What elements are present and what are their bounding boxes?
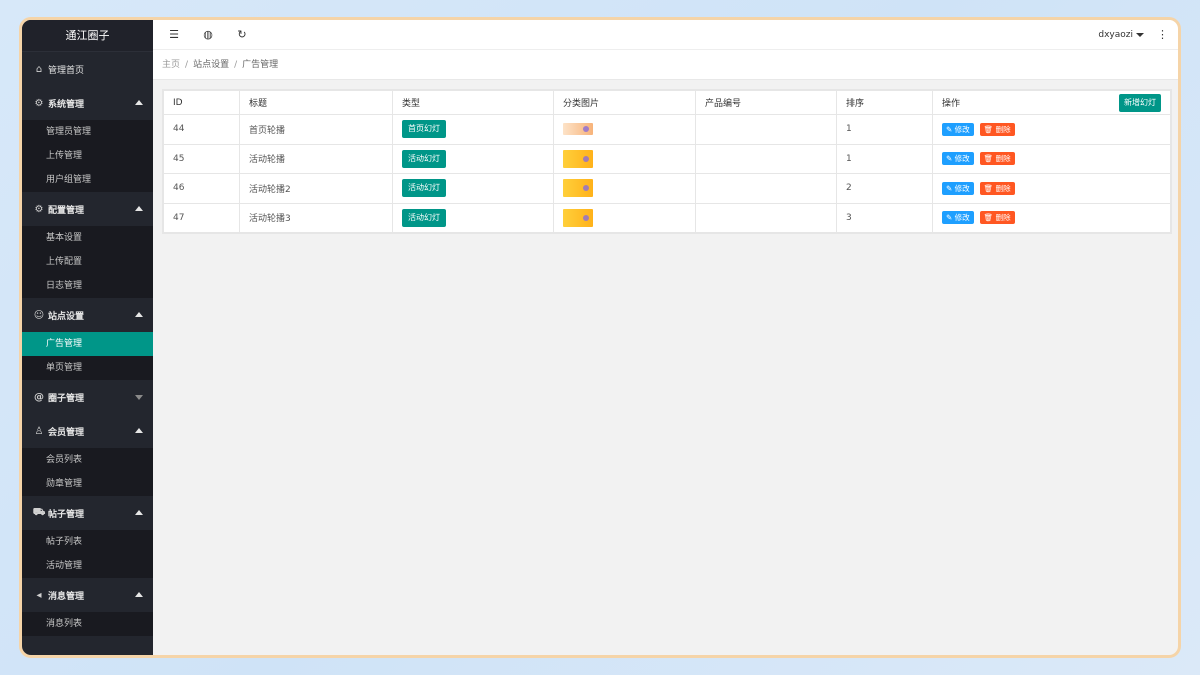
chevron-up-icon [135,592,143,597]
edit-button[interactable]: ✎ 修改 [942,211,974,225]
user-menu[interactable]: dxyaozi [1098,20,1144,50]
chevron-down-icon [135,395,143,400]
sidebar-group-posts[interactable]: ⛟ 帖子管理 [22,496,153,530]
sidebar-submenu-members: 会员列表 勋章管理 [22,448,153,496]
sidebar-item-home[interactable]: ⌂ 管理首页 [22,52,153,86]
sidebar-submenu-system: 管理员管理 上传管理 用户组管理 [22,120,153,192]
gear-icon: ⚙ [34,97,44,109]
table-row: 44 首页轮播 首页幻灯 1 ✎ 修改 🗑 删除 [163,114,1171,145]
sidebar-item-admins[interactable]: 管理员管理 [22,120,153,144]
at-icon: @ [34,391,44,403]
category-image[interactable] [563,208,593,227]
home-icon: ⌂ [35,63,43,75]
breadcrumb-current: 广告管理 [242,60,279,70]
sidebar-item-logs[interactable]: 日志管理 [22,274,153,298]
type-badge[interactable]: 首页幻灯 [402,120,446,139]
column-header: ID [163,90,240,115]
delete-button[interactable]: 🗑 删除 [979,122,1015,136]
category-image[interactable] [563,149,593,168]
sidebar-item-label: 管理首页 [48,65,85,76]
table-row: 47 活动轮播3 活动幻灯 3 ✎ 修改 🗑 删除 [163,202,1171,233]
sidebar-group-members[interactable]: ♙ 会员管理 [22,414,153,448]
sidebar-submenu-posts: 帖子列表 活动管理 [22,530,153,578]
sidebar-submenu-site: 广告管理 单页管理 [22,332,153,380]
table-header-row: ID 标题 类型 分类图片 产品编号 排序 操作 新增幻灯 [163,90,1171,115]
table-row: 45 活动轮播 活动幻灯 1 ✎ 修改 🗑 删除 [163,143,1171,174]
sidebar-item-ads[interactable]: 广告管理 [22,332,153,356]
more-vertical-icon[interactable]: ⋮ [1157,20,1168,50]
cart-icon: ⛟ [32,506,46,518]
delete-button[interactable]: 🗑 删除 [979,152,1015,166]
type-badge[interactable]: 活动幻灯 [402,179,446,198]
app-logo: 通江圈子 [22,20,153,52]
table-row: 46 活动轮播2 活动幻灯 2 ✎ 修改 🗑 删除 [163,173,1171,204]
chevron-up-icon [135,206,143,211]
sidebar-item-pages[interactable]: 单页管理 [22,356,153,380]
type-badge[interactable]: 活动幻灯 [402,149,446,168]
sidebar-item-activities[interactable]: 活动管理 [22,554,153,578]
add-slide-button[interactable]: 新增幻灯 [1119,94,1161,112]
sidebar-item-upload-config[interactable]: 上传配置 [22,250,153,274]
column-header: 分类图片 [553,90,696,115]
ads-table: ID 标题 类型 分类图片 产品编号 排序 操作 新增幻灯 44 首页轮播 首页… [163,90,1171,233]
menu-toggle-icon[interactable]: ☰ [157,20,191,50]
sidebar-group-system[interactable]: ⚙ 系统管理 [22,86,153,120]
speaker-icon: ◂ [36,589,42,601]
chevron-up-icon [135,100,143,105]
column-header: 标题 [239,90,393,115]
app-frame: 通江圈子 ⌂ 管理首页 ⚙ 系统管理 管理员管理 上传管理 用户组管理 ⚙ 配置… [19,17,1181,658]
sidebar-group-config[interactable]: ⚙ 配置管理 [22,192,153,226]
breadcrumb-section[interactable]: 站点设置 [193,60,229,70]
chevron-up-icon [135,312,143,317]
sidebar-item-post-list[interactable]: 帖子列表 [22,530,153,554]
delete-button[interactable]: 🗑 删除 [979,211,1015,225]
category-image[interactable] [563,123,593,136]
gear-icon: ⚙ [34,203,44,215]
sidebar-item-message-list[interactable]: 消息列表 [22,612,153,636]
user-icon: ♙ [34,425,44,437]
chevron-down-icon [1136,32,1144,37]
globe-icon[interactable]: ◍ [191,20,225,50]
sidebar-submenu-config: 基本设置 上传配置 日志管理 [22,226,153,298]
column-header-actions: 操作 新增幻灯 [932,90,1171,115]
sidebar-item-user-groups[interactable]: 用户组管理 [22,168,153,192]
sidebar-submenu-messages: 消息列表 [22,612,153,636]
main-area: ☰ ◍ ↻ dxyaozi ⋮ 主页 / 站点设置 / 广告管理 ID 标题 类型 [153,20,1178,655]
refresh-icon[interactable]: ↻ [225,20,259,50]
ads-table-card: ID 标题 类型 分类图片 产品编号 排序 操作 新增幻灯 44 首页轮播 首页… [162,89,1172,234]
sidebar-item-medals[interactable]: 勋章管理 [22,472,153,496]
type-badge[interactable]: 活动幻灯 [402,208,446,227]
edit-button[interactable]: ✎ 修改 [942,181,974,195]
category-image[interactable] [563,179,593,198]
sidebar-group-circles[interactable]: @ 圈子管理 [22,380,153,414]
sidebar-group-messages[interactable]: ◂ 消息管理 [22,578,153,612]
username: dxyaozi [1098,30,1133,40]
chevron-up-icon [135,510,143,515]
edit-button[interactable]: ✎ 修改 [942,122,974,136]
breadcrumb-home[interactable]: 主页 [162,60,180,70]
sidebar-item-member-list[interactable]: 会员列表 [22,448,153,472]
sidebar-item-uploads[interactable]: 上传管理 [22,144,153,168]
delete-button[interactable]: 🗑 删除 [979,181,1015,195]
sidebar-group-site[interactable]: ☺ 站点设置 [22,298,153,332]
sidebar-item-basic-settings[interactable]: 基本设置 [22,226,153,250]
sidebar: 通江圈子 ⌂ 管理首页 ⚙ 系统管理 管理员管理 上传管理 用户组管理 ⚙ 配置… [22,20,153,655]
breadcrumb: 主页 / 站点设置 / 广告管理 [153,50,1178,80]
chevron-up-icon [135,428,143,433]
column-header: 类型 [392,90,554,115]
column-header: 产品编号 [695,90,837,115]
site-icon: ☺ [33,309,45,321]
column-header: 排序 [836,90,933,115]
edit-button[interactable]: ✎ 修改 [942,152,974,166]
top-bar: ☰ ◍ ↻ dxyaozi ⋮ [153,20,1178,50]
